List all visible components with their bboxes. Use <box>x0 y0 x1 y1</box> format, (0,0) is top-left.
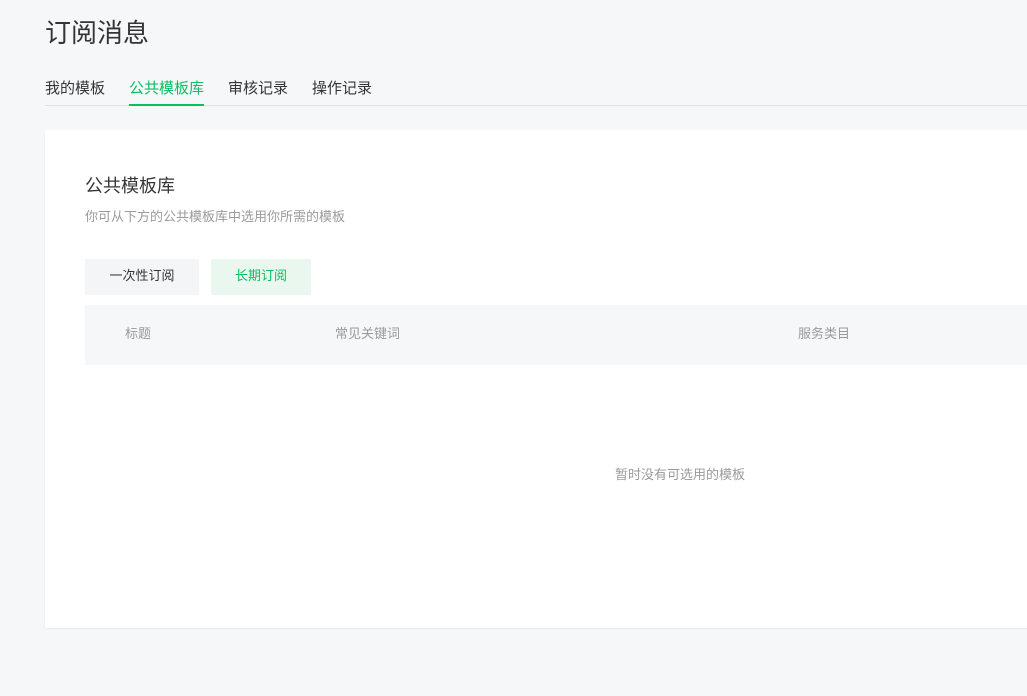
tab-operation-records[interactable]: 操作记录 <box>312 76 372 106</box>
template-library-card: 公共模板库 你可从下方的公共模板库中选用你所需的模板 一次性订阅 长期订阅 标题… <box>45 130 1027 628</box>
column-header-service-category: 服务类目 <box>798 327 851 342</box>
section-title: 公共模板库 <box>85 176 175 197</box>
tab-public-template-library[interactable]: 公共模板库 <box>129 76 205 106</box>
tab-review-records[interactable]: 审核记录 <box>228 76 288 106</box>
column-header-title: 标题 <box>125 327 152 342</box>
section-description: 你可从下方的公共模板库中选用你所需的模板 <box>85 210 346 225</box>
tab-bar: 我的模板 公共模板库 审核记录 操作记录 <box>45 76 1027 106</box>
long-term-subscription-button[interactable]: 长期订阅 <box>211 259 311 295</box>
page-title: 订阅消息 <box>45 19 150 49</box>
column-header-keywords: 常见关键词 <box>335 327 401 342</box>
table-header: 标题 常见关键词 服务类目 <box>85 305 1027 365</box>
one-time-subscription-button[interactable]: 一次性订阅 <box>85 259 199 295</box>
empty-state-text: 暂时没有可选用的模板 <box>615 468 746 483</box>
tab-my-templates[interactable]: 我的模板 <box>45 76 105 106</box>
